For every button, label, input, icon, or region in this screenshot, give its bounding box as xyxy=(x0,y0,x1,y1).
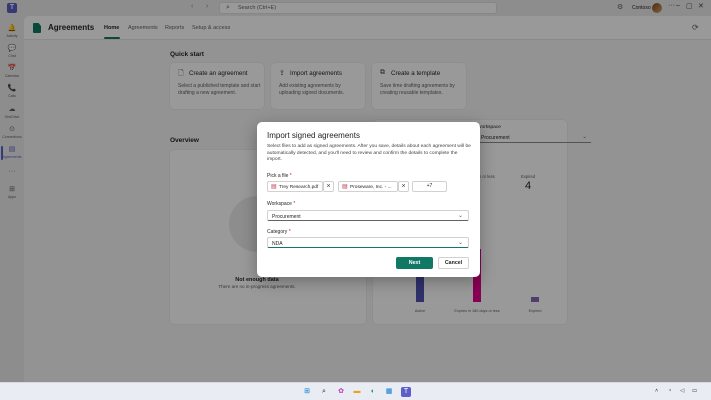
file-name: Trey Research.pdf xyxy=(279,184,319,190)
edge-icon[interactable]: ◐ xyxy=(368,387,378,397)
required-marker: * xyxy=(289,173,292,179)
next-button[interactable]: Next xyxy=(396,257,433,269)
copilot-icon[interactable]: ✿ xyxy=(336,387,346,397)
pdf-file-icon: ▤ xyxy=(342,184,348,190)
category-select[interactable]: NDA ⌄ xyxy=(267,237,469,248)
teams-icon[interactable]: T xyxy=(401,387,411,397)
windows-icon[interactable]: ⊞ xyxy=(302,387,312,397)
chevron-down-icon: ⌄ xyxy=(457,240,463,246)
pdf-file-icon: ▤ xyxy=(271,184,277,190)
workspace-label-text: Workspace xyxy=(267,201,292,207)
chevron-down-icon: ⌄ xyxy=(457,213,463,219)
pick-file-label-text: Pick a file xyxy=(267,173,289,179)
file-name: Proseware, Inc. - ... xyxy=(350,184,392,190)
workspace-select-value: Procurement xyxy=(272,213,301,220)
required-marker: * xyxy=(288,229,291,235)
windows-taskbar: ⊞ ⌕ ✿ ▬ ◐ ▦ T ˄ ◔ ◁ ▭ xyxy=(0,382,711,400)
remove-file-button[interactable]: × xyxy=(323,181,334,192)
file-chip[interactable]: ▤ Trey Research.pdf xyxy=(267,181,323,192)
file-chip[interactable]: ▤ Proseware, Inc. - ... xyxy=(338,181,398,192)
cancel-button[interactable]: Cancel xyxy=(438,257,469,269)
import-agreements-dialog: Import signed agreements Select files to… xyxy=(257,122,480,277)
pick-file-label: Pick a file * xyxy=(267,173,292,179)
wifi-icon[interactable]: ◔ xyxy=(668,388,671,394)
workspace-label: Workspace * xyxy=(267,201,295,207)
category-select-value: NDA xyxy=(272,240,283,247)
category-label: Category * xyxy=(267,229,291,235)
store-icon[interactable]: ▦ xyxy=(384,387,394,397)
chevron-up-icon[interactable]: ˄ xyxy=(655,388,658,394)
remove-file-button[interactable]: × xyxy=(398,181,409,192)
close-icon: × xyxy=(326,183,331,190)
volume-icon[interactable]: ◁ xyxy=(680,388,684,394)
dialog-title: Import signed agreements xyxy=(267,131,360,140)
workspace-select[interactable]: Procurement ⌄ xyxy=(267,210,469,221)
battery-icon[interactable]: ▭ xyxy=(692,388,697,394)
file-explorer-icon[interactable]: ▬ xyxy=(352,387,362,397)
search-icon[interactable]: ⌕ xyxy=(319,387,329,397)
dialog-description: Select files to add as signed agreements… xyxy=(267,144,471,162)
close-icon: × xyxy=(401,183,406,190)
required-marker: * xyxy=(293,201,296,207)
category-label-text: Category xyxy=(267,229,288,235)
more-files-button[interactable]: +7 xyxy=(412,181,447,192)
